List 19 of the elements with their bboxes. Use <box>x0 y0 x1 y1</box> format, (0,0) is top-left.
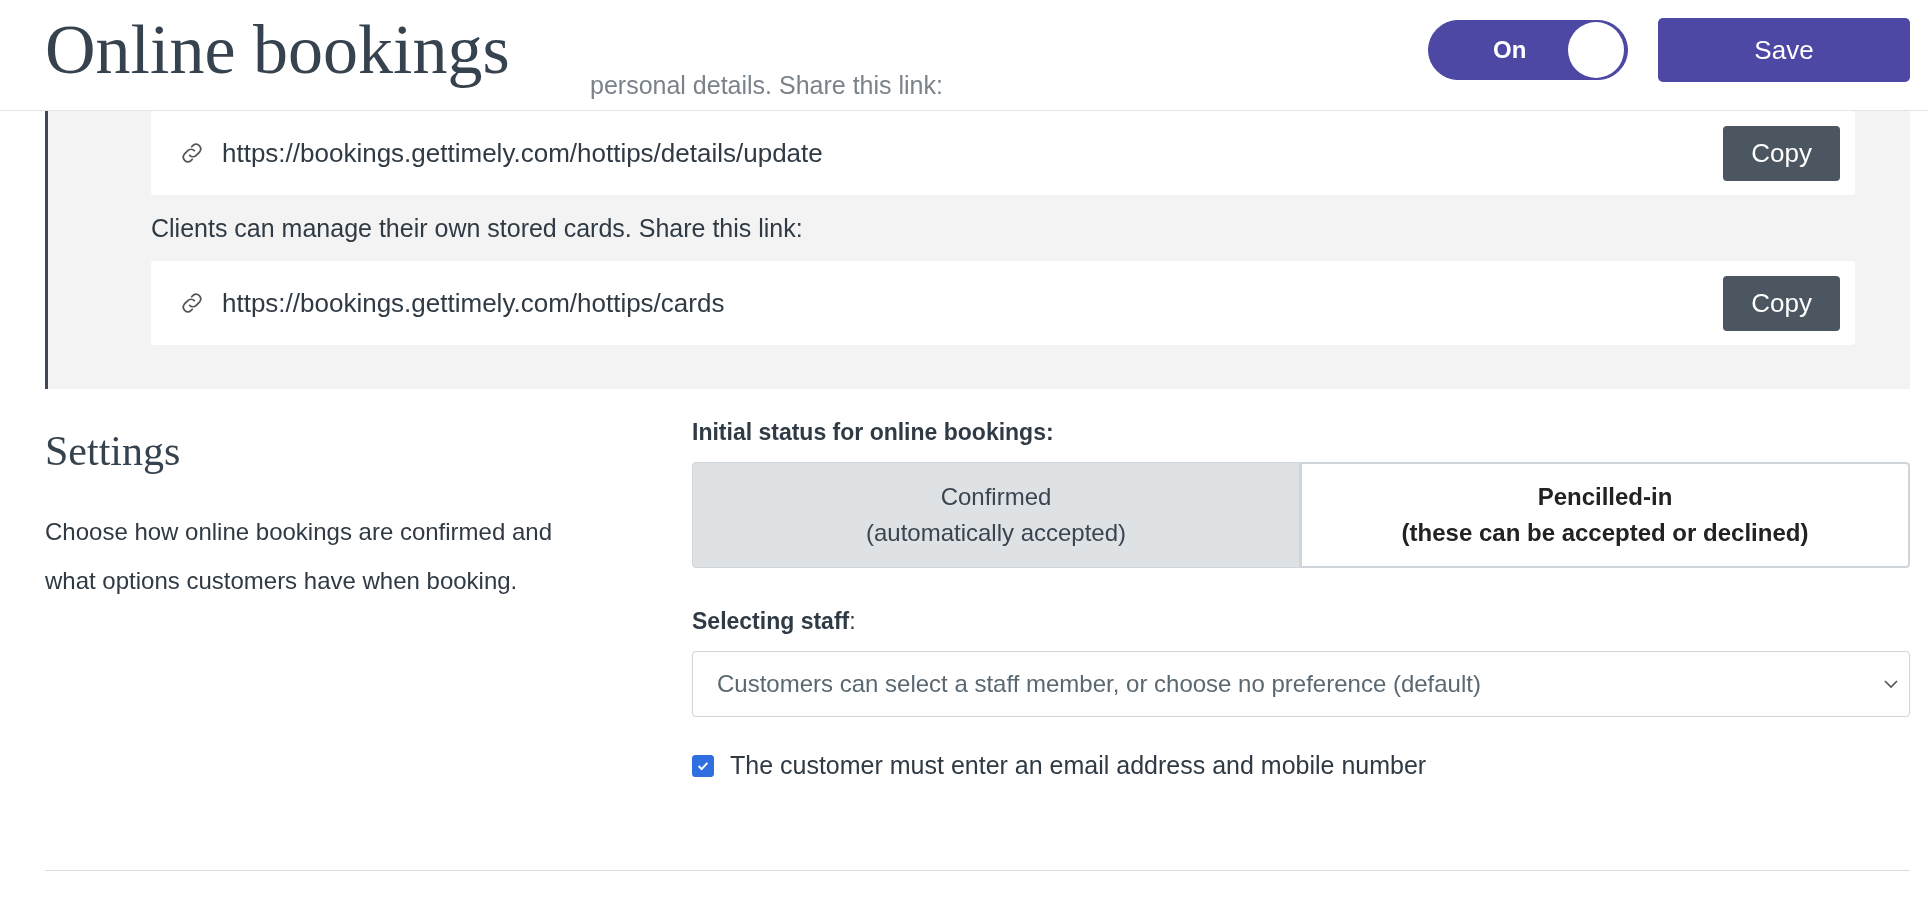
share-caption: Clients can manage their own stored cards. Share this link: <box>151 212 804 244</box>
staff-select[interactable]: Customers can select a staff member, or choose no preference (default) <box>692 651 1910 717</box>
settings-description: Choose how online bookings are confirmed and what options customers have when booking. <box>45 517 553 596</box>
checkbox[interactable] <box>692 754 714 777</box>
copy-button[interactable]: Copy <box>1723 275 1840 331</box>
share-url: https://bookings.gettimely.com/hottips/cards <box>222 287 726 319</box>
settings-heading: Settings <box>45 427 182 475</box>
status-label: Initial status for online bookings: <box>692 419 1055 446</box>
share-url: https://bookings.gettimely.com/hottips/details/update <box>222 137 824 169</box>
copy-button[interactable]: Copy <box>1723 125 1840 181</box>
status-option[interactable]: Confirmed (automatically accepted) <box>692 462 1300 568</box>
chevron-down-icon <box>1883 679 1899 689</box>
checkbox-label: The customer must enter an email address and mobile number <box>730 751 1427 780</box>
share-caption: personal details. Share this link: <box>590 71 943 100</box>
staff-label: Selecting staff: <box>692 608 857 635</box>
page-title: Online bookings <box>45 10 510 90</box>
save-button[interactable]: Save <box>1658 18 1910 82</box>
status-option[interactable]: Pencilled-in (these can be accepted or declined) <box>1300 462 1910 568</box>
on-off-toggle[interactable]: On <box>1428 20 1628 80</box>
